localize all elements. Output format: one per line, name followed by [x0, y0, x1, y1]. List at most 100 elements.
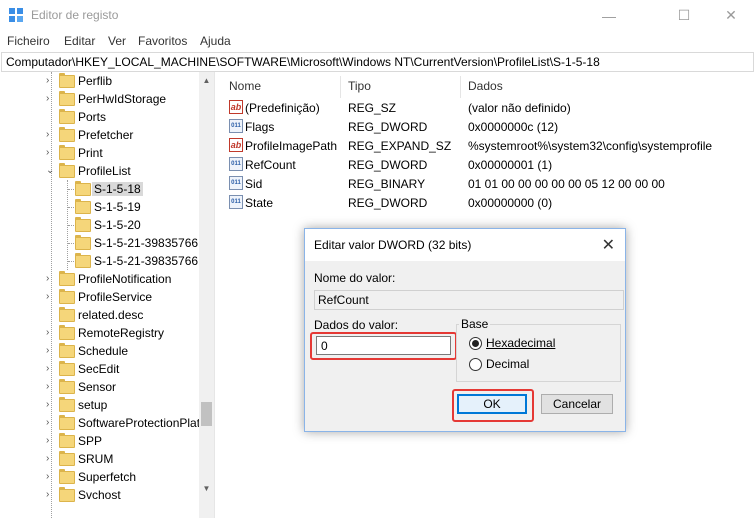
chevron-right-icon[interactable]: ›	[46, 417, 49, 428]
menu-ver[interactable]: Ver	[108, 34, 126, 48]
tree-item[interactable]: › RemoteRegistry	[0, 324, 200, 342]
chevron-right-icon[interactable]: ›	[46, 453, 49, 464]
minimize-button[interactable]: —	[586, 0, 632, 31]
value-row[interactable]: 011 State REG_DWORD 0x00000000 (0)	[220, 193, 754, 212]
folder-icon	[59, 163, 75, 178]
folder-icon	[75, 235, 91, 250]
menu-ajuda[interactable]: Ajuda	[200, 34, 231, 48]
menu-ficheiro[interactable]: Ficheiro	[7, 34, 50, 48]
tree-scroll-thumb[interactable]	[201, 402, 212, 426]
value-row[interactable]: 011 RefCount REG_DWORD 0x00000001 (1)	[220, 155, 754, 174]
dialog-close-icon[interactable]: ✕	[602, 235, 615, 255]
tree-item[interactable]: › SPP	[0, 432, 200, 450]
tree-item[interactable]: › Prefetcher	[0, 126, 200, 144]
tree-item[interactable]: › ProfileNotification	[0, 270, 200, 288]
hexadecimal-label[interactable]: Hexadecimal	[486, 336, 555, 350]
tree-item-label: S-1-5-21-398357661	[94, 254, 205, 268]
ok-label: OK	[483, 397, 501, 411]
tree-item[interactable]: › Print	[0, 144, 200, 162]
registry-editor-icon	[9, 8, 23, 22]
value-data-label: Dados do valor:	[314, 318, 399, 332]
chevron-right-icon[interactable]: ›	[46, 93, 49, 104]
tree-item[interactable]: S-1-5-19	[0, 198, 200, 216]
chevron-right-icon[interactable]: ›	[46, 147, 49, 158]
value-data: 0x00000001 (1)	[468, 158, 553, 172]
chevron-right-icon[interactable]: ›	[46, 381, 49, 392]
tree-item[interactable]: › SRUM	[0, 450, 200, 468]
chevron-right-icon[interactable]: ›	[46, 435, 49, 446]
tree-item[interactable]: › SoftwareProtectionPlat	[0, 414, 200, 432]
column-divider[interactable]	[460, 76, 461, 98]
tree-item[interactable]: S-1-5-18	[0, 180, 200, 198]
value-type: REG_DWORD	[348, 158, 428, 172]
tree-scrollbar[interactable]	[199, 72, 214, 518]
edit-dword-dialog: Editar valor DWORD (32 bits) ✕ Nome do v…	[304, 228, 626, 432]
tree-item-label: ProfileList	[78, 164, 131, 178]
address-path: Computador\HKEY_LOCAL_MACHINE\SOFTWARE\M…	[6, 55, 600, 69]
close-button[interactable]: ✕	[708, 0, 754, 31]
column-header-data[interactable]: Dados	[468, 79, 503, 93]
title-bar: Editor de registo — ☐ ✕	[0, 0, 754, 31]
tree-item[interactable]: S-1-5-21-398357661	[0, 234, 205, 252]
chevron-right-icon[interactable]: ›	[46, 273, 49, 284]
tree-item[interactable]: › setup	[0, 396, 200, 414]
chevron-right-icon[interactable]: ›	[46, 129, 49, 140]
tree-item[interactable]: › Superfetch	[0, 468, 200, 486]
column-divider[interactable]	[340, 76, 341, 98]
tree-item[interactable]: › ProfileService	[0, 288, 200, 306]
folder-icon	[59, 415, 75, 430]
tree-item[interactable]: S-1-5-21-398357661	[0, 252, 205, 270]
tree-item[interactable]: ⌄ ProfileList	[0, 162, 200, 180]
tree-item-label: Svchost	[78, 488, 121, 502]
address-bar[interactable]: Computador\HKEY_LOCAL_MACHINE\SOFTWARE\M…	[1, 52, 754, 72]
folder-icon	[59, 469, 75, 484]
folder-icon	[59, 109, 75, 124]
column-header-type[interactable]: Tipo	[348, 79, 371, 93]
scroll-down-icon[interactable]: ▼	[199, 480, 214, 496]
column-header-name[interactable]: Nome	[229, 79, 261, 93]
scroll-up-icon[interactable]: ▲	[199, 72, 214, 88]
chevron-right-icon[interactable]: ›	[46, 489, 49, 500]
chevron-right-icon[interactable]: ›	[46, 327, 49, 338]
ok-button[interactable]: OK	[457, 394, 527, 414]
tree-item[interactable]: › Svchost	[0, 486, 200, 504]
chevron-right-icon[interactable]: ›	[46, 291, 49, 302]
chevron-right-icon[interactable]: ›	[46, 363, 49, 374]
value-name: Sid	[245, 177, 263, 191]
chevron-right-icon[interactable]: ›	[46, 471, 49, 482]
tree-item[interactable]: S-1-5-20	[0, 216, 200, 234]
tree-item-label: SPP	[78, 434, 103, 448]
folder-icon	[59, 73, 75, 88]
value-row[interactable]: ab (Predefinição) REG_SZ (valor não definid…	[220, 98, 754, 117]
value-row[interactable]: 011 Sid REG_BINARY 01 01 00 00 00 00 00 05 …	[220, 174, 754, 193]
menu-editar[interactable]: Editar	[64, 34, 95, 48]
tree-item[interactable]: › Schedule	[0, 342, 200, 360]
cancel-button[interactable]: Cancelar	[541, 394, 613, 414]
chevron-right-icon[interactable]: ›	[46, 399, 49, 410]
value-row[interactable]: ab ProfileImagePath REG_EXPAND_SZ %systemro…	[220, 136, 754, 155]
tree-item[interactable]: › PerHwIdStorage	[0, 90, 200, 108]
tree-item[interactable]: › Perflib	[0, 72, 200, 90]
hexadecimal-radio[interactable]	[469, 337, 482, 350]
decimal-label[interactable]: Decimal	[486, 357, 529, 371]
folder-icon	[59, 271, 75, 286]
chevron-down-icon[interactable]: ⌄	[46, 165, 54, 176]
folder-icon	[59, 91, 75, 106]
maximize-button[interactable]: ☐	[661, 0, 707, 31]
chevron-right-icon[interactable]: ›	[46, 75, 49, 86]
tree-item-label: S-1-5-18	[92, 182, 143, 196]
tree-item[interactable]: related.desc	[0, 306, 200, 324]
tree-item[interactable]: › SecEdit	[0, 360, 200, 378]
menu-favoritos[interactable]: Favoritos	[138, 34, 187, 48]
tree-item[interactable]: Ports	[0, 108, 200, 126]
window-title: Editor de registo	[31, 8, 119, 22]
value-row[interactable]: 011 Flags REG_DWORD 0x0000000c (12)	[220, 117, 754, 136]
value-type: REG_DWORD	[348, 196, 428, 210]
close-icon: ✕	[725, 7, 737, 23]
value-data-input[interactable]: 0	[316, 336, 451, 355]
decimal-radio[interactable]	[469, 358, 482, 371]
value-data: 0x00000000 (0)	[468, 196, 553, 210]
tree-item[interactable]: › Sensor	[0, 378, 200, 396]
value-name: (Predefinição)	[245, 101, 320, 115]
chevron-right-icon[interactable]: ›	[46, 345, 49, 356]
